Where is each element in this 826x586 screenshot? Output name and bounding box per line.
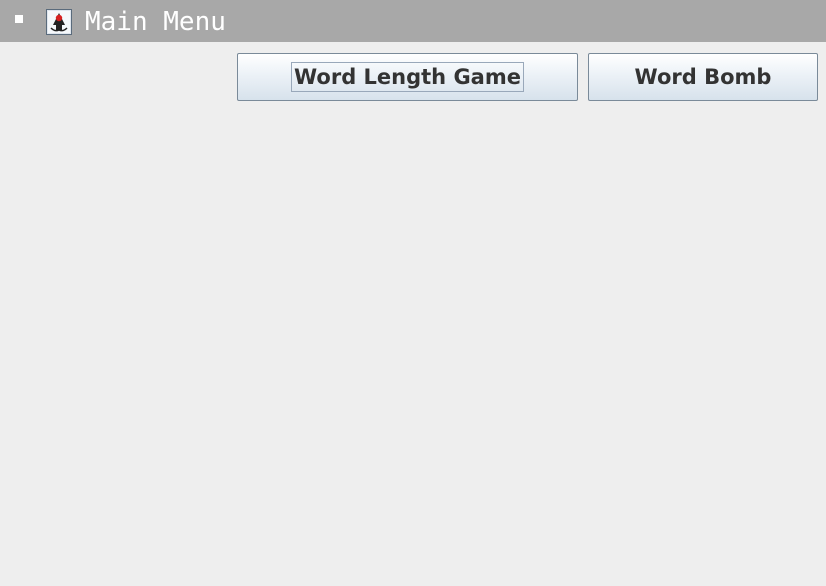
- word-bomb-button[interactable]: Word Bomb: [588, 53, 818, 101]
- window-title: Main Menu: [85, 7, 226, 37]
- word-length-game-label: Word Length Game: [291, 62, 524, 92]
- word-bomb-label: Word Bomb: [634, 65, 772, 89]
- main-menu-window: Main Menu Word Length Game Word Bomb: [0, 0, 826, 586]
- title-bar[interactable]: Main Menu: [0, 0, 826, 42]
- word-length-game-button[interactable]: Word Length Game: [237, 53, 578, 101]
- java-duke-icon: [46, 9, 72, 35]
- system-menu-icon[interactable]: [15, 15, 23, 23]
